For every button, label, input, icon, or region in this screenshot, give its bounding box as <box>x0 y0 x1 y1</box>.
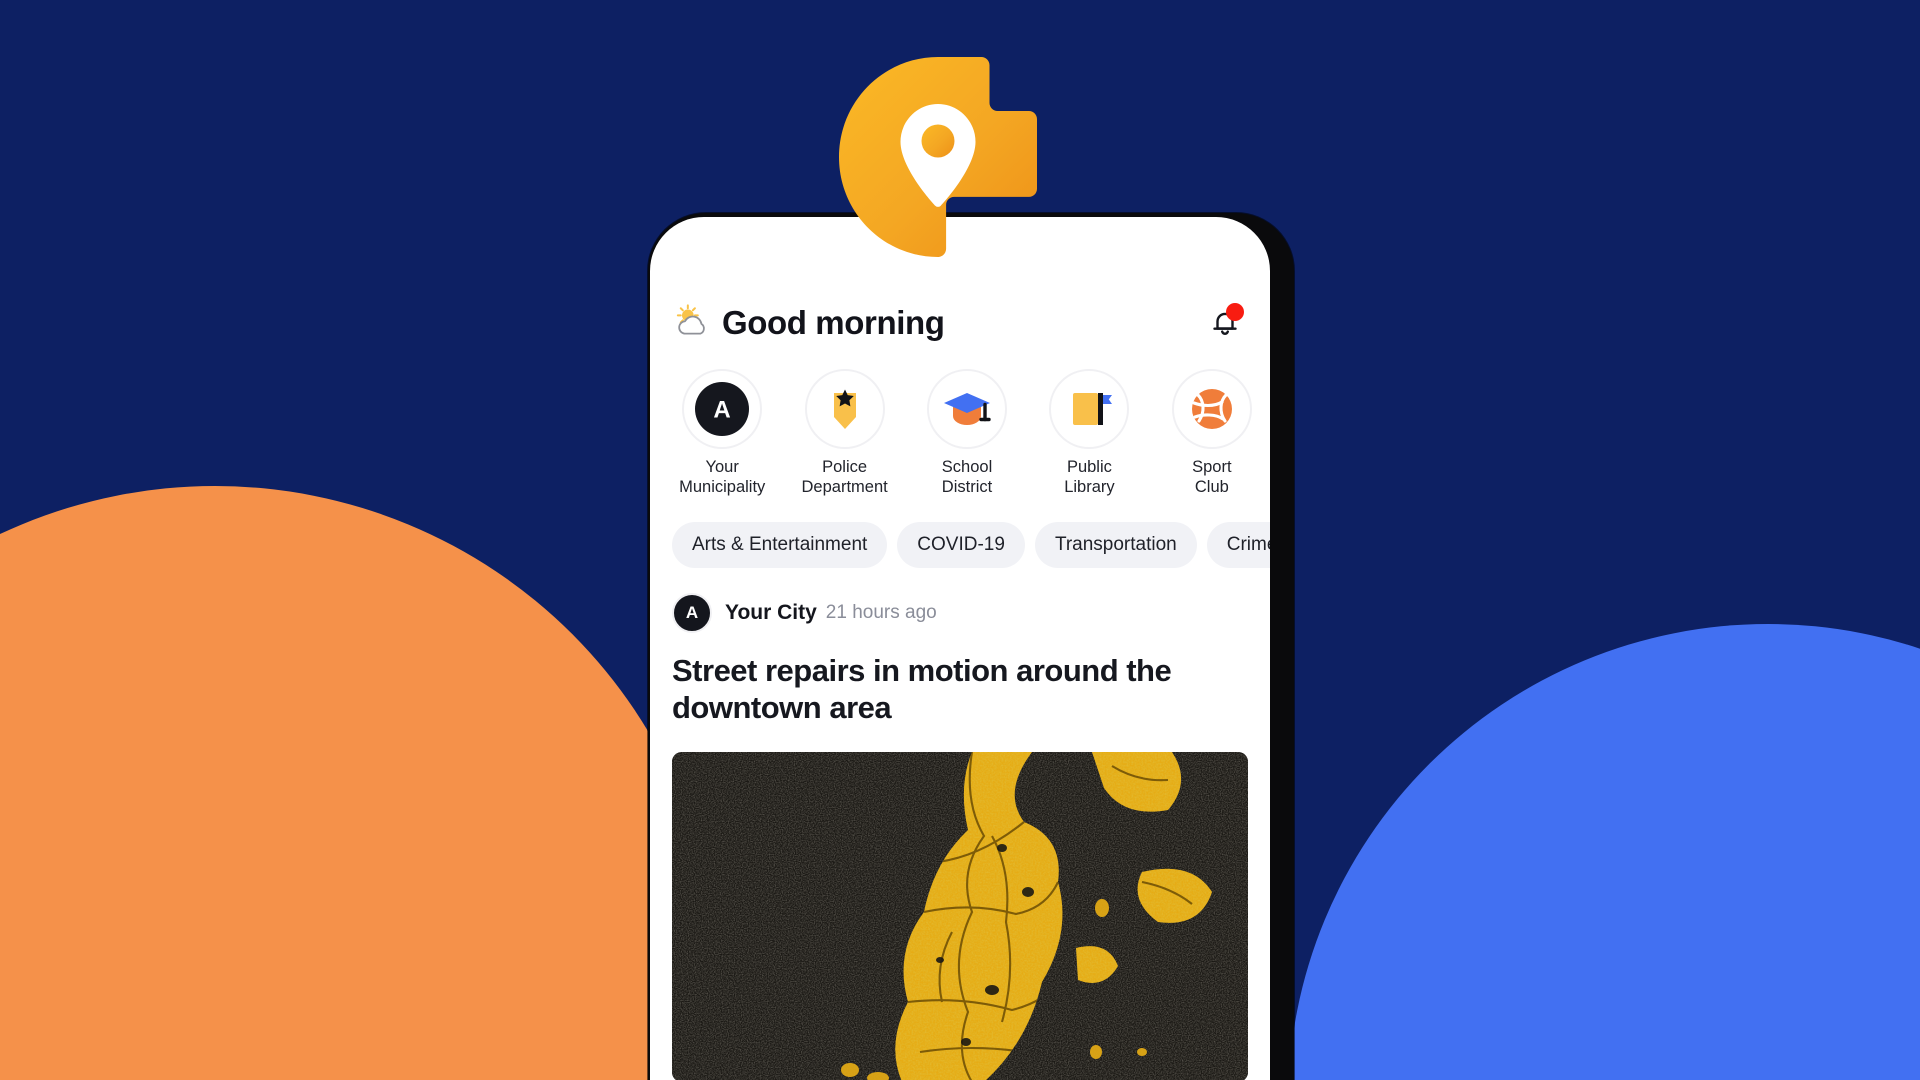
topic-chip-covid-19[interactable]: COVID-19 <box>897 522 1025 568</box>
channel-label: Sport Club <box>1192 458 1232 497</box>
channel-label: Your Municipality <box>679 458 766 497</box>
channel-label: Police Department <box>801 458 888 497</box>
topic-chip-arts-entertainment[interactable]: Arts & Entertainment <box>672 522 888 568</box>
channel-item-public-library[interactable]: Public Library <box>1031 369 1147 497</box>
post-timestamp: 21 hours ago <box>825 602 937 623</box>
blue-circle-decoration <box>1288 624 1920 1080</box>
post-source-row: A Your City 21 hours ago <box>650 587 1270 639</box>
channel-shortcut-row: A Your Municipality Police Department Sc… <box>650 369 1270 497</box>
topic-chip-row: Arts & Entertainment COVID-19 Transporta… <box>650 522 1270 568</box>
notification-badge-dot <box>1226 303 1244 321</box>
post-source-name: Your City <box>725 601 817 624</box>
app-header: Good morning <box>650 291 1270 353</box>
basketball-icon <box>1171 369 1252 449</box>
topic-chip-crime[interactable]: Crime <box>1206 522 1270 568</box>
channel-label: School District <box>941 458 993 497</box>
channel-label: Public Library <box>1064 458 1115 497</box>
book-bookmark-icon <box>1049 369 1130 449</box>
municipality-avatar-icon: A <box>682 369 763 449</box>
post-source-avatar[interactable]: A <box>672 593 712 633</box>
police-badge-icon <box>804 369 885 449</box>
channel-item-your-municipality[interactable]: A Your Municipality <box>664 369 780 497</box>
phone-mockup: Good morning A Your Municipality Police … <box>648 213 1294 1080</box>
svg-text:A: A <box>714 397 731 424</box>
app-logo-icon <box>839 57 1037 257</box>
channel-item-school-district[interactable]: School District <box>909 369 1025 497</box>
phone-screen: Good morning A Your Municipality Police … <box>650 217 1270 1080</box>
channel-item-sport-club[interactable]: Sport Club <box>1154 369 1270 497</box>
sun-behind-cloud-icon <box>676 304 705 335</box>
channel-item-police-department[interactable]: Police Department <box>786 369 902 497</box>
notification-button[interactable] <box>1204 301 1246 343</box>
greeting-text: Good morning <box>722 303 945 341</box>
orange-circle-decoration <box>0 486 720 1080</box>
topic-chip-transportation[interactable]: Transportation <box>1034 522 1197 568</box>
post-image <box>672 752 1248 1080</box>
graduation-cap-icon <box>927 369 1008 449</box>
post-headline: Street repairs in motion around the down… <box>672 653 1172 725</box>
feed-post[interactable]: A Your City 21 hours ago Street repairs … <box>650 587 1270 1080</box>
